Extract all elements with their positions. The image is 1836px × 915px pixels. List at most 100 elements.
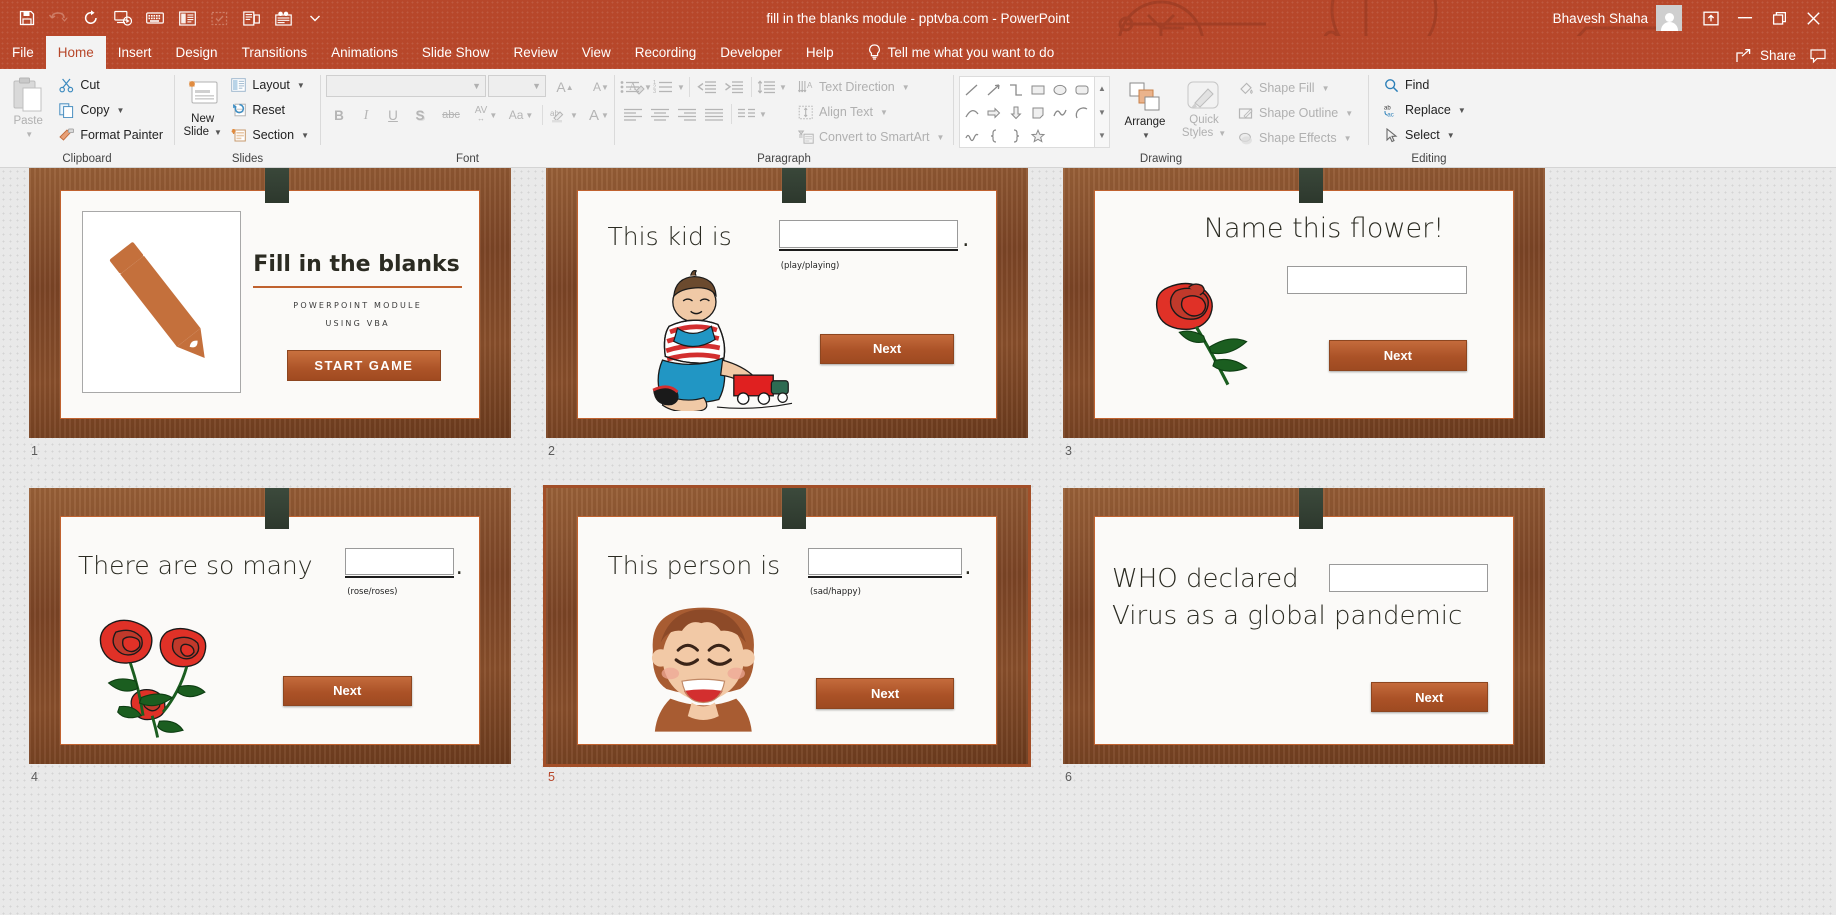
slide-thumbnail-2[interactable]: This kid is . (play/playing) (546, 168, 1028, 438)
cut-button[interactable]: Cut (55, 73, 169, 97)
align-right-button[interactable] (674, 102, 700, 126)
slide-layout-icon[interactable] (172, 4, 202, 32)
strikethrough-button[interactable]: abc (434, 103, 468, 127)
columns-button[interactable]: ▼ (736, 102, 768, 126)
slide-3-next-button[interactable]: Next (1329, 340, 1467, 371)
smartart-caret-icon[interactable]: ▼ (936, 133, 944, 142)
comments-button[interactable] (1810, 49, 1836, 69)
copy-caret-icon[interactable]: ▼ (117, 106, 125, 115)
arrange-button[interactable]: Arrange ▼ (1114, 76, 1176, 142)
paste-button[interactable]: Paste ▼ (5, 73, 51, 141)
shape-outline-button[interactable]: Shape Outline ▼ (1234, 101, 1359, 125)
section-caret-icon[interactable]: ▼ (301, 131, 309, 140)
shape-placeholder-2[interactable] (1071, 124, 1093, 147)
font-size-input[interactable]: ▼ (488, 75, 546, 97)
start-game-button[interactable]: START GAME (287, 350, 441, 381)
minimize-icon[interactable] (1728, 3, 1762, 33)
shape-right-arrow[interactable] (983, 101, 1005, 124)
avatar[interactable] (1656, 5, 1682, 31)
change-case-caret-icon[interactable]: ▼ (525, 111, 533, 120)
text-shadow-button[interactable]: S (407, 103, 433, 127)
arrange-caret-icon[interactable]: ▼ (1142, 129, 1150, 142)
shape-down-arrow[interactable] (1005, 101, 1027, 124)
shape-rectangle[interactable] (1027, 78, 1049, 101)
slide-sorter-view[interactable]: Fill in the blanks POWERPOINT MODULE USI… (0, 168, 1836, 915)
bullets-caret-icon[interactable]: ▼ (644, 83, 652, 92)
font-name-caret-icon[interactable]: ▼ (472, 81, 481, 91)
line-spacing-button[interactable]: ▼ (756, 75, 788, 99)
shape-curve[interactable] (961, 101, 983, 124)
tab-help[interactable]: Help (794, 36, 846, 69)
bold-button[interactable]: B (326, 103, 352, 127)
numbering-button[interactable]: 123 ▼ (653, 75, 685, 99)
close-icon[interactable] (1796, 3, 1830, 33)
slide-2-answer-box[interactable] (779, 220, 958, 248)
shape-arrow[interactable] (983, 78, 1005, 101)
share-button[interactable]: Share (1736, 48, 1810, 69)
slide-thumbnail-4[interactable]: There are so many . (rose/roses) (29, 488, 511, 764)
decrease-font-size-button[interactable]: A▼ (584, 75, 618, 99)
slide-2-next-button[interactable]: Next (820, 334, 954, 364)
find-button[interactable]: Find (1380, 73, 1472, 97)
undo-icon[interactable] (44, 4, 74, 32)
customize-qat-icon[interactable] (300, 4, 330, 32)
increase-indent-button[interactable] (721, 75, 747, 99)
numbering-caret-icon[interactable]: ▼ (677, 83, 685, 92)
shape-star[interactable] (1027, 124, 1049, 147)
start-from-beginning-icon[interactable] (108, 4, 138, 32)
slide-4-canvas[interactable]: There are so many . (rose/roses) (29, 488, 511, 764)
italic-button[interactable]: I (353, 103, 379, 127)
quick-styles-caret-icon[interactable]: ▼ (1218, 127, 1226, 140)
shapes-scroll-up-icon[interactable]: ▲ (1095, 77, 1109, 100)
font-color-button[interactable]: A ▼ (582, 103, 616, 127)
reset-button[interactable]: Reset (227, 98, 315, 122)
slide-5-answer-box[interactable] (808, 548, 962, 575)
columns-caret-icon[interactable]: ▼ (759, 110, 767, 119)
save-icon[interactable] (12, 4, 42, 32)
shape-arc[interactable] (1071, 101, 1093, 124)
tab-recording[interactable]: Recording (623, 36, 709, 69)
font-color-caret-icon[interactable]: ▼ (601, 111, 609, 120)
account-name[interactable]: Bhavesh Shaha (1553, 11, 1648, 26)
tab-insert[interactable]: Insert (106, 36, 164, 69)
change-case-button[interactable]: Aa▼ (504, 103, 538, 127)
align-left-button[interactable] (620, 102, 646, 126)
shape-placeholder-1[interactable] (1049, 124, 1071, 147)
slide-2-canvas[interactable]: This kid is . (play/playing) (546, 168, 1028, 438)
slide-6-canvas[interactable]: WHO declared Virus as a global pandemic … (1063, 488, 1545, 764)
new-slide-icon[interactable] (204, 4, 234, 32)
shape-scribble[interactable] (961, 124, 983, 147)
text-highlight-color-button[interactable]: ab ▼ (547, 103, 581, 127)
text-direction-button[interactable]: A Text Direction ▼ (794, 75, 950, 99)
quick-styles-button[interactable]: Quick Styles▼ (1176, 76, 1232, 140)
shapes-scroll-down-icon[interactable]: ▼ (1095, 101, 1109, 124)
tell-me-box[interactable]: Tell me what you want to do (868, 36, 1055, 69)
shape-elbow-connector[interactable] (1005, 78, 1027, 101)
underline-button[interactable]: U (380, 103, 406, 127)
character-spacing-button[interactable]: AV↔ ▼ (469, 103, 503, 127)
section-button[interactable]: Section ▼ (227, 123, 315, 147)
align-text-caret-icon[interactable]: ▼ (880, 108, 888, 117)
restore-icon[interactable] (1762, 3, 1796, 33)
quick-access-toolbar[interactable] (0, 4, 330, 32)
tab-design[interactable]: Design (164, 36, 230, 69)
ribbon-display-options-icon[interactable] (1694, 3, 1728, 33)
shape-oval[interactable] (1049, 78, 1071, 101)
layout-caret-icon[interactable]: ▼ (297, 81, 305, 90)
slide-4-next-button[interactable]: Next (283, 676, 412, 706)
tab-slide-show[interactable]: Slide Show (410, 36, 502, 69)
shape-effects-caret-icon[interactable]: ▼ (1344, 134, 1352, 143)
select-caret-icon[interactable]: ▼ (1447, 131, 1455, 140)
layout-button[interactable]: Layout ▼ (227, 73, 315, 97)
shape-right-brace[interactable] (1005, 124, 1027, 147)
justify-button[interactable] (701, 102, 727, 126)
slide-thumbnail-1[interactable]: Fill in the blanks POWERPOINT MODULE USI… (29, 168, 511, 438)
shapes-gallery[interactable]: ▲ ▼ ▼ (959, 76, 1110, 148)
paste-caret-icon[interactable]: ▼ (25, 128, 33, 141)
slide-4-answer-box[interactable] (345, 548, 454, 575)
line-spacing-caret-icon[interactable]: ▼ (779, 83, 787, 92)
tab-home[interactable]: Home (46, 36, 106, 69)
notes-icon[interactable] (236, 4, 266, 32)
tab-transitions[interactable]: Transitions (230, 36, 320, 69)
font-name-input[interactable]: ▼ (326, 75, 486, 97)
